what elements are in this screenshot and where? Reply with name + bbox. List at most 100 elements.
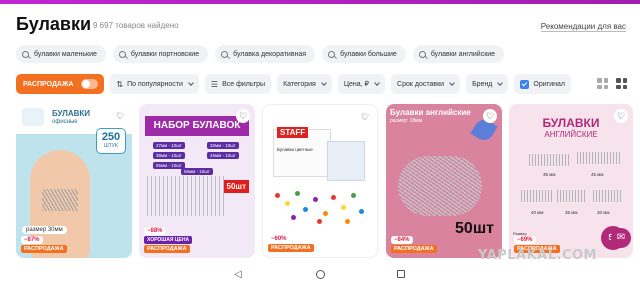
back-icon[interactable]: ◁ — [234, 269, 242, 280]
size-label: 35 мм — [565, 210, 578, 215]
product-card[interactable]: НАБОР БУЛАВОК 27мм - 10шт 38мм - 10шт 55… — [139, 104, 255, 258]
search-icon — [328, 50, 336, 58]
count-unit: ШТУК — [104, 143, 118, 149]
original-filter[interactable]: Оригинал — [514, 74, 571, 94]
pins-row-image — [593, 190, 621, 202]
brand-label: Бренд — [472, 80, 493, 88]
sale-label: РАСПРОДАЖА — [23, 80, 74, 88]
size-row: 45мм - 10шт — [207, 152, 239, 159]
chip-decorative[interactable]: булавка декоративная — [215, 45, 316, 63]
discount-badge: −60% — [268, 235, 290, 243]
sale-toggle-button[interactable]: РАСПРОДАЖА — [16, 74, 105, 94]
size-row: 55мм - 10шт — [181, 168, 213, 175]
brand-logo — [22, 108, 44, 126]
chip-english[interactable]: булавки английские — [412, 45, 505, 63]
chip-label: булавки английские — [430, 50, 496, 58]
discount-badge: −84% — [391, 236, 413, 244]
discount-badge: −88% — [144, 227, 166, 235]
delivery-filter[interactable]: Срок доставки — [391, 74, 461, 94]
category-label: Категория — [283, 80, 316, 88]
pins-image — [398, 156, 482, 216]
colored-pins-image — [271, 187, 375, 233]
suggestion-chips: булавки маленькие булавки портновские бу… — [16, 45, 505, 63]
heart-icon[interactable]: ♡ — [614, 109, 628, 123]
size-label: 45 мм — [591, 172, 604, 177]
category-filter[interactable]: Категория — [277, 74, 332, 94]
chevron-down-icon — [497, 79, 504, 86]
home-icon[interactable] — [316, 270, 325, 279]
count-label: 50шт — [455, 220, 494, 237]
price-filter[interactable]: Цена, ₽ — [337, 74, 386, 94]
pins-image — [147, 176, 227, 216]
product-card[interactable]: Булавки английские размер: 18мм 50шт ♡ −… — [386, 104, 502, 258]
size-row: 27мм - 10шт — [153, 142, 185, 149]
card-image-subtitle: АНГЛИЙСКИЕ — [544, 130, 598, 139]
watermark: YAPLAKAL.COM — [478, 248, 597, 263]
chip-label: булавки большие — [340, 50, 397, 58]
chip-label: булавки маленькие — [34, 50, 97, 58]
android-nav-bar: ◁ — [0, 266, 640, 287]
heart-icon[interactable]: ♡ — [358, 110, 372, 124]
chip-large[interactable]: булавки большие — [322, 45, 406, 63]
heart-icon[interactable]: ♡ — [483, 109, 497, 123]
search-icon — [22, 50, 29, 58]
chevron-down-icon — [188, 79, 194, 86]
discount-badge: −69% — [514, 236, 536, 244]
search-icon — [221, 50, 229, 58]
chip-small[interactable]: булавки маленькие — [16, 45, 106, 63]
sale-badge: РАСПРОДАЖА — [21, 245, 67, 253]
size-label: размер 30мм — [22, 226, 67, 234]
count-badge: 50шт — [223, 180, 249, 193]
top-accent-bar — [0, 0, 640, 4]
sale-badge: РАСПРОДАЖА — [268, 244, 314, 252]
product-card[interactable]: БУЛАВКИ офисные 250 ШТУК размер 30мм ♡ −… — [16, 104, 132, 258]
pins-row-image — [529, 154, 569, 166]
all-filters-label: Все фильтры — [222, 80, 266, 88]
delivery-label: Срок доставки — [397, 80, 445, 88]
price-label: Цена, ₽ — [343, 81, 370, 88]
search-icon — [118, 50, 126, 58]
brand-filter[interactable]: Бренд — [466, 74, 509, 94]
card-image-subtitle: офисные — [52, 119, 78, 125]
large-grid-view-icon[interactable] — [616, 78, 627, 89]
chevron-down-icon — [320, 79, 327, 86]
all-filters-button[interactable]: ☰ Все фильтры — [204, 74, 272, 94]
recent-apps-icon[interactable] — [397, 270, 405, 278]
sort-icon: ⇅ — [116, 79, 124, 89]
sort-button[interactable]: ⇅ По популярности — [110, 74, 199, 94]
size-row: 32мм - 10шт — [207, 142, 239, 149]
chevron-down-icon — [449, 79, 455, 86]
toggle-switch[interactable] — [81, 79, 99, 89]
size-label: 40 мм — [531, 210, 544, 215]
checkbox-checked-icon — [520, 79, 530, 89]
chip-label: булавка декоративная — [233, 50, 307, 58]
product-card[interactable]: БУЛАВКИ АНГЛИЙСКИЕ 35 мм 45 мм 40 мм 35 … — [509, 104, 633, 258]
size-label: 30 мм — [597, 210, 610, 215]
page-title: Булавки — [16, 14, 92, 34]
results-count: 9 697 товаров найдено — [93, 21, 179, 30]
page-header: Булавки 9 697 товаров найдено Рекомендац… — [16, 14, 626, 38]
chip-tailor[interactable]: булавки портновские — [112, 45, 209, 63]
grid-view-icon[interactable] — [597, 78, 608, 89]
count-value: 250 — [101, 131, 121, 143]
search-icon — [418, 50, 426, 58]
sort-label: По популярности — [127, 80, 183, 88]
card-image-title: НАБОР БУЛАВОК — [145, 116, 249, 136]
heart-icon[interactable]: ♡ — [113, 109, 127, 123]
recommendations-link[interactable]: Рекомендации для вас — [540, 22, 626, 32]
pins-image — [42, 189, 78, 211]
card-image-title: БУЛАВКИ — [52, 109, 91, 118]
size-row: 38мм - 10шт — [153, 152, 185, 159]
size-row: 55мм - 10шт — [153, 162, 185, 169]
discount-badge: −87% — [21, 236, 43, 244]
heart-icon[interactable]: ♡ — [236, 109, 250, 123]
original-label: Оригинал — [533, 80, 565, 88]
chevron-down-icon — [374, 79, 380, 86]
good-price-badge: ХОРОШАЯ ЦЕНА — [144, 236, 193, 244]
chat-icon[interactable]: ✉ — [611, 228, 631, 248]
pins-row-image — [577, 152, 621, 164]
chip-label: булавки портновские — [130, 50, 200, 58]
product-card[interactable]: STAFF Булавки цветные ♡ −60% РАСПРОДАЖА — [262, 104, 378, 258]
box-text: Булавки цветные — [277, 147, 313, 152]
sale-badge: РАСПРОДАЖА — [391, 245, 437, 253]
